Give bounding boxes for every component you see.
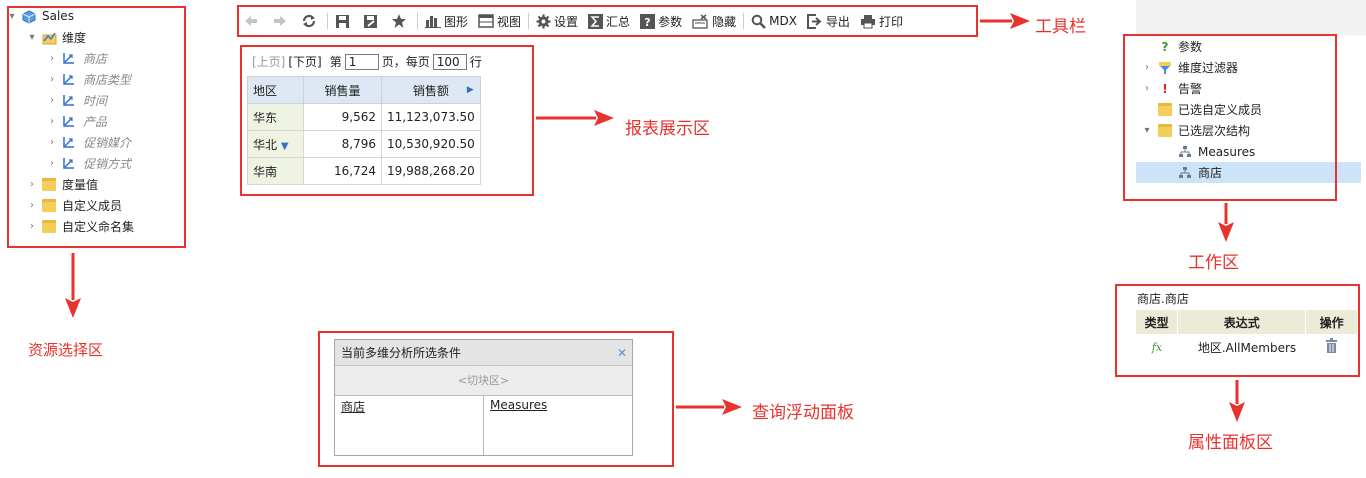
annotation-arrows	[65, 13, 1245, 422]
resource-area-annotation: 资源选择区	[28, 341, 104, 359]
float-panel-annotation: 查询浮动面板	[752, 403, 854, 423]
report-area-annotation: 报表展示区	[625, 119, 710, 139]
toolbar-annotation: 工具栏	[1035, 17, 1086, 37]
property-panel-annotation: 属性面板区	[1188, 433, 1273, 453]
workspace-annotation: 工作区	[1188, 253, 1239, 273]
